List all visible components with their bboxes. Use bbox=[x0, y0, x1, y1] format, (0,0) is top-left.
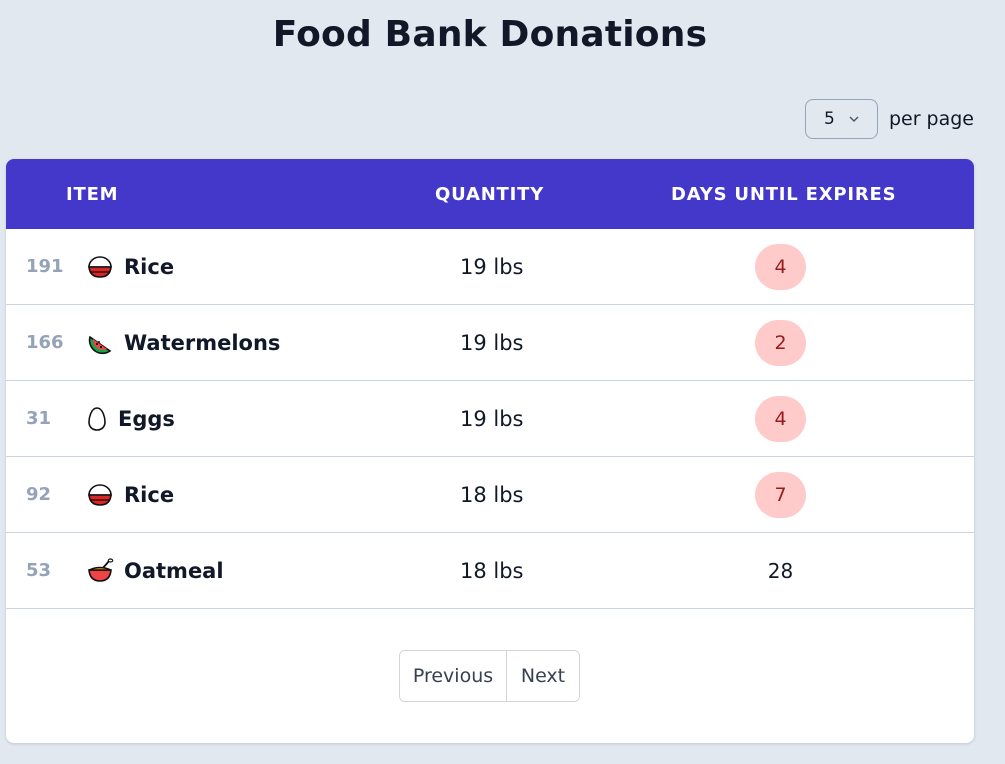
row-id: 92 bbox=[26, 484, 52, 505]
item-name: Oatmeal bbox=[124, 558, 224, 583]
egg-icon bbox=[88, 406, 106, 431]
item-name: Rice bbox=[124, 254, 175, 279]
item-cell: Rice bbox=[86, 481, 174, 509]
row-id: 191 bbox=[26, 256, 64, 277]
pagination: Previous Next bbox=[399, 650, 580, 702]
row-id: 53 bbox=[26, 560, 52, 581]
days-badge: 7 bbox=[755, 471, 806, 518]
watermelon-icon bbox=[88, 335, 112, 354]
item-cell: Watermelons bbox=[86, 329, 280, 357]
days-badge: 4 bbox=[755, 395, 806, 442]
table-row: 166 Watermelons 19 lbs 2 bbox=[6, 305, 974, 381]
chevron-down-icon bbox=[849, 116, 859, 122]
item-cell: Rice bbox=[86, 253, 174, 281]
item-quantity: 18 lbs bbox=[460, 558, 524, 583]
item-quantity: 19 lbs bbox=[460, 330, 524, 355]
column-header-days: DAYS UNTIL EXPIRES bbox=[671, 183, 897, 205]
row-id: 166 bbox=[26, 332, 64, 353]
days-value: 28 bbox=[767, 558, 794, 583]
days-badge: 4 bbox=[755, 243, 806, 290]
table-row: 53 Oatmeal 18 lbs 28 bbox=[6, 533, 974, 609]
item-quantity: 19 lbs bbox=[460, 254, 524, 279]
item-name: Eggs bbox=[118, 406, 175, 431]
item-cell: Eggs bbox=[86, 405, 175, 433]
per-page-select[interactable]: 5 bbox=[804, 99, 878, 139]
oatmeal-bowl-icon bbox=[88, 557, 114, 582]
table-row: 31 Eggs 19 lbs 4 bbox=[6, 381, 974, 457]
per-page-label: per page bbox=[888, 108, 974, 130]
rice-bowl-icon bbox=[88, 483, 112, 506]
table-row: 92 Rice 18 lbs 7 bbox=[6, 457, 974, 533]
per-page-control: 5 per page bbox=[804, 99, 974, 139]
item-name: Watermelons bbox=[124, 330, 281, 355]
item-quantity: 18 lbs bbox=[460, 482, 524, 507]
table-row: 191 Rice 19 lbs 4 bbox=[6, 229, 974, 305]
previous-button[interactable]: Previous bbox=[400, 651, 507, 701]
page-title: Food Bank Donations bbox=[272, 14, 708, 55]
per-page-value: 5 bbox=[824, 109, 835, 129]
days-badge: 2 bbox=[755, 319, 806, 366]
row-id: 31 bbox=[26, 408, 52, 429]
table-header: ITEM QUANTITY DAYS UNTIL EXPIRES bbox=[6, 159, 974, 229]
column-header-item: ITEM bbox=[66, 183, 119, 205]
column-header-quantity: QUANTITY bbox=[435, 183, 545, 205]
rice-bowl-icon bbox=[88, 255, 112, 278]
next-button[interactable]: Next bbox=[507, 651, 579, 701]
item-name: Rice bbox=[124, 482, 175, 507]
item-quantity: 19 lbs bbox=[460, 406, 524, 431]
donations-table-card: ITEM QUANTITY DAYS UNTIL EXPIRES 191 Ric… bbox=[6, 159, 974, 743]
item-cell: Oatmeal bbox=[86, 557, 224, 585]
